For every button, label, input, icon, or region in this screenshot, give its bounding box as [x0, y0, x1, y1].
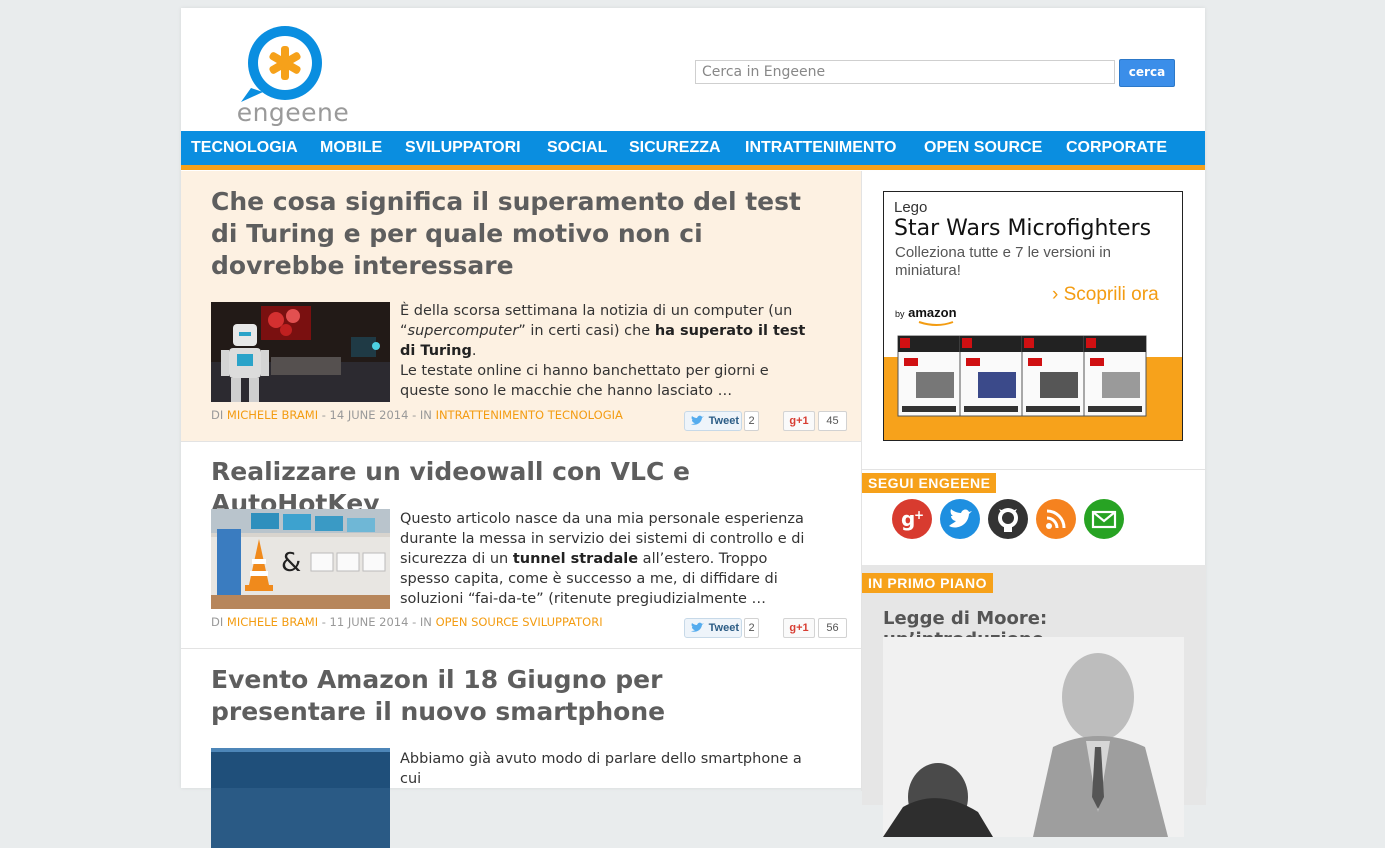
gplus-button[interactable]: g+1 [783, 411, 815, 431]
tweet-count: 2 [744, 411, 759, 431]
article-thumbnail[interactable]: & [211, 509, 390, 609]
article-card: Evento Amazon il 18 Giugno per presentar… [181, 649, 861, 848]
sidebar: Lego Star Wars Microfighters Colleziona … [861, 171, 1206, 837]
nav-item-intrattenimento[interactable]: INTRATTENIMENTO [745, 131, 896, 165]
article-card: Che cosa significa il superamento del te… [181, 171, 861, 442]
article-thumbnail[interactable] [211, 748, 390, 848]
tweet-button[interactable]: Tweet [684, 411, 742, 431]
article-excerpt: Abbiamo già avuto modo di parlare dello … [400, 751, 802, 787]
nav-item-mobile[interactable]: MOBILE [320, 131, 382, 165]
search-button[interactable]: cerca [1119, 59, 1175, 87]
ad-brand: Lego [894, 199, 928, 216]
article-meta: DI MICHELE BRAMI - 11 JUNE 2014 - IN OPE… [211, 615, 603, 629]
logo-icon [241, 26, 322, 102]
page-container: engeene cerca TECNOLOGIA MOBILE SVILUPPA… [181, 8, 1206, 848]
twitter-bird-icon [691, 622, 704, 632]
primo-piano-label: IN PRIMO PIANO [862, 573, 994, 593]
twitter-icon[interactable] [940, 499, 980, 539]
article-thumbnail[interactable] [211, 302, 390, 402]
category-links[interactable]: INTRATTENIMENTO TECNOLOGIA [436, 408, 623, 422]
article-excerpt: Questo articolo nasce da una mia persona… [400, 511, 805, 607]
gplus-count: 45 [818, 411, 847, 431]
svg-text:&: & [281, 548, 301, 578]
google-plus-icon[interactable]: g + [892, 499, 932, 539]
nav-item-sviluppatori[interactable]: SVILUPPATORI [405, 131, 521, 165]
moore-portrait-image [883, 637, 1184, 837]
gplus-button[interactable]: g+1 [783, 618, 815, 638]
ad-subtext: Colleziona tutte e 7 le versioni in mini… [895, 244, 1111, 279]
category-links[interactable]: OPEN SOURCE SVILUPPATORI [436, 615, 603, 629]
follow-section-label: SEGUI ENGEENE [862, 473, 997, 493]
email-icon[interactable] [1084, 499, 1124, 539]
tweet-count: 2 [744, 618, 759, 638]
search-input[interactable] [695, 60, 1115, 84]
lego-boxes-image [897, 335, 1147, 417]
article-excerpt: È della scorsa settimana la notizia di u… [400, 303, 806, 399]
gplus-count: 56 [818, 618, 847, 638]
svg-text:+: + [914, 508, 924, 522]
primo-piano-image[interactable] [883, 637, 1184, 837]
github-icon[interactable] [988, 499, 1028, 539]
videowall-image: & [211, 509, 390, 609]
ad-cta[interactable]: › Scoprili ora [1052, 284, 1159, 306]
nav-item-tecnologia[interactable]: TECNOLOGIA [191, 131, 298, 165]
amazon-smile-icon [918, 321, 954, 326]
divider [862, 469, 1206, 470]
ad-headline: Star Wars Microfighters [894, 216, 1152, 241]
amazon-event-image [211, 748, 390, 788]
author-link[interactable]: MICHELE BRAMI [227, 408, 318, 422]
rss-icon[interactable] [1036, 499, 1076, 539]
twitter-bird-icon [691, 415, 704, 425]
logo-text: engeene [236, 98, 350, 127]
nav-item-sicurezza[interactable]: SICUREZZA [629, 131, 721, 165]
nav-item-corporate[interactable]: CORPORATE [1066, 131, 1167, 165]
nav-item-social[interactable]: SOCIAL [547, 131, 607, 165]
article-title[interactable]: Che cosa significa il superamento del te… [211, 186, 811, 282]
article-meta: DI MICHELE BRAMI - 14 JUNE 2014 - IN INT… [211, 408, 623, 422]
article-card: Realizzare un videowall con VLC e AutoHo… [181, 442, 861, 649]
tweet-button[interactable]: Tweet [684, 618, 742, 638]
nav-item-open-source[interactable]: OPEN SOURCE [924, 131, 1042, 165]
ad-amazon-logo: by amazon [895, 305, 957, 326]
main-nav: TECNOLOGIA MOBILE SVILUPPATORI SOCIAL SI… [181, 131, 1205, 170]
article-title[interactable]: Evento Amazon il 18 Giugno per presentar… [211, 664, 811, 728]
lego-ad-banner[interactable]: Lego Star Wars Microfighters Colleziona … [883, 191, 1183, 441]
author-link[interactable]: MICHELE BRAMI [227, 615, 318, 629]
robot-room-image [211, 302, 390, 402]
site-logo[interactable]: engeene [223, 18, 363, 128]
